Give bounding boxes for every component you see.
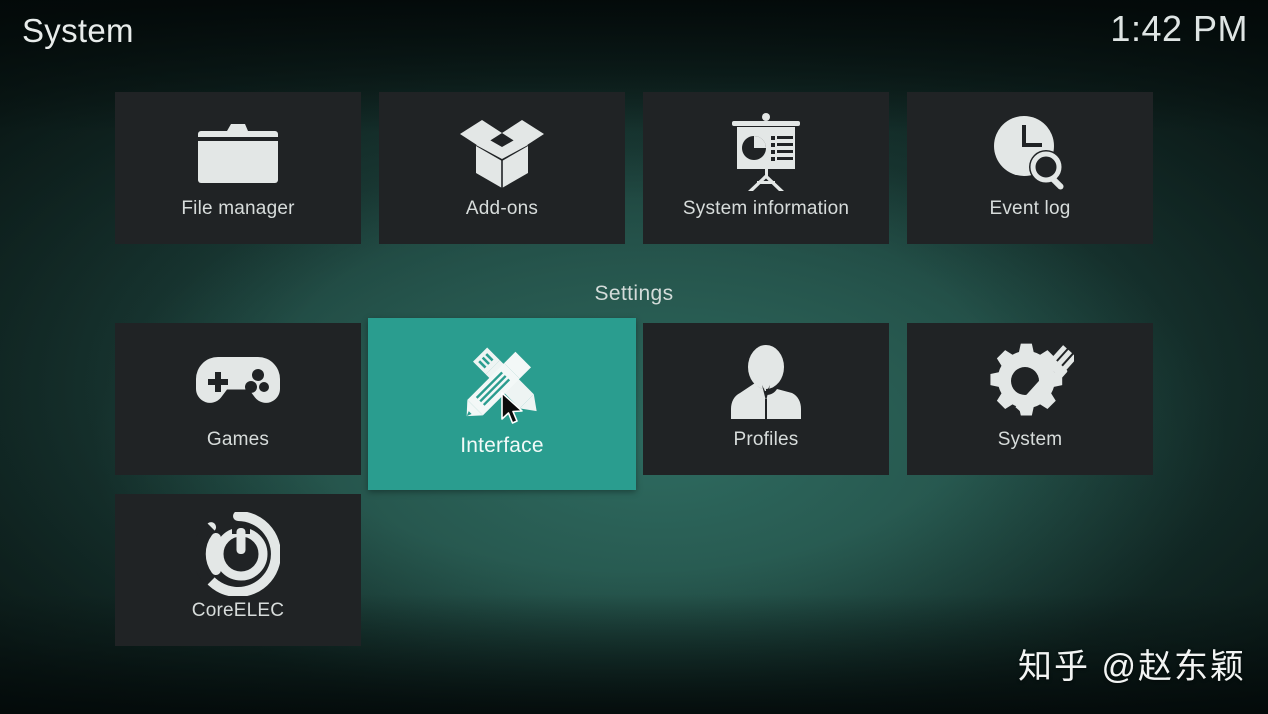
tile-system[interactable]: System (907, 323, 1153, 475)
open-box-icon (456, 106, 548, 198)
tile-label: Interface (460, 434, 544, 457)
tile-label: Profiles (733, 429, 799, 450)
group-label-settings: Settings (594, 282, 674, 305)
tile-label: System (997, 429, 1063, 450)
header-bar: System 1:42 PM (0, 0, 1268, 66)
pencils-icon (453, 336, 551, 434)
tile-system-information[interactable]: System information (643, 92, 889, 244)
tile-file-manager[interactable]: File manager (115, 92, 361, 244)
tile-games[interactable]: Games (115, 323, 361, 475)
tile-label: File manager (181, 198, 295, 219)
watermark: 知乎 @赵东颖 (1018, 648, 1246, 686)
clock: 1:42 PM (1110, 8, 1248, 49)
gamepad-icon (192, 337, 284, 429)
tile-label: Event log (989, 198, 1071, 219)
person-icon (726, 337, 806, 429)
gear-wrench-icon (986, 337, 1074, 429)
tile-label: Add-ons (465, 198, 539, 219)
tile-label: CoreELEC (191, 600, 285, 621)
tile-event-log[interactable]: Event log (907, 92, 1153, 244)
presentation-icon (724, 106, 808, 198)
tile-label: System information (682, 198, 850, 219)
tile-profiles[interactable]: Profiles (643, 323, 889, 475)
clock-search-icon (988, 106, 1072, 198)
coreelec-power-icon (196, 508, 280, 600)
tile-coreelec[interactable]: CoreELEC (115, 494, 361, 646)
folder-icon (195, 106, 281, 198)
kodi-system-screen: System 1:42 PM File manager Add-ons Syst… (0, 0, 1268, 714)
tile-interface[interactable]: Interface (368, 318, 636, 490)
tile-label: Games (206, 429, 270, 450)
tile-addons[interactable]: Add-ons (379, 92, 625, 244)
page-title: System (22, 12, 134, 49)
